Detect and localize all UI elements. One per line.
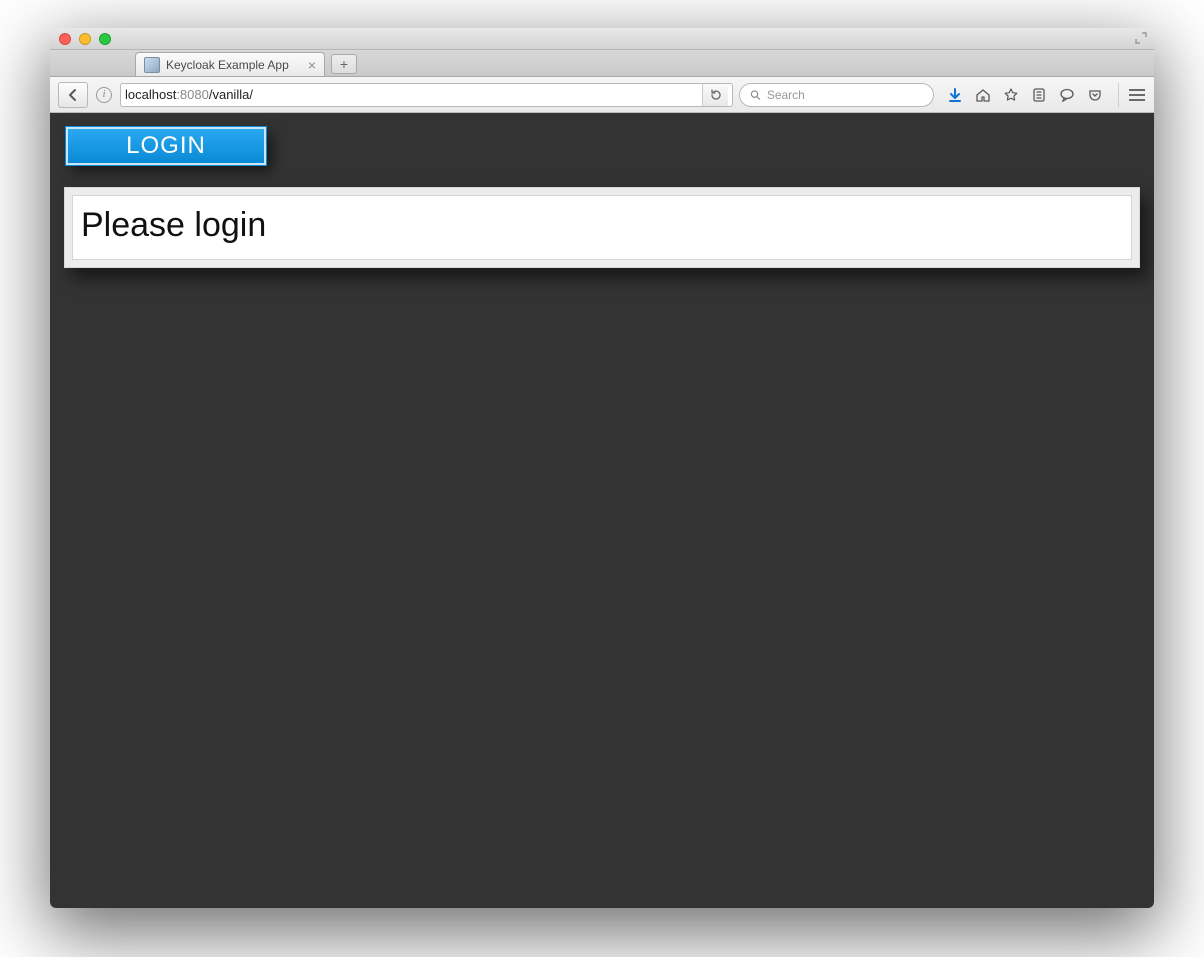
page-viewport: LOGIN Please login xyxy=(50,113,1154,908)
titlebar xyxy=(50,28,1154,50)
fullscreen-icon[interactable] xyxy=(1134,31,1148,45)
home-icon[interactable] xyxy=(974,86,992,104)
bookmark-star-icon[interactable] xyxy=(1002,86,1020,104)
page-heading: Please login xyxy=(81,206,1123,245)
search-icon xyxy=(750,89,761,101)
tab-strip: Keycloak Example App × + xyxy=(50,50,1154,77)
login-button[interactable]: LOGIN xyxy=(66,127,266,165)
pocket-icon[interactable] xyxy=(1086,86,1104,104)
url-bar[interactable]: localhost:8080/vanilla/ xyxy=(120,83,733,107)
search-input[interactable] xyxy=(767,88,923,102)
back-button[interactable] xyxy=(58,82,88,108)
content-panel: Please login xyxy=(64,187,1140,268)
url-path: /vanilla/ xyxy=(209,87,253,102)
search-bar[interactable] xyxy=(739,83,934,107)
favicon-icon xyxy=(144,57,160,73)
url-port: :8080 xyxy=(176,87,209,102)
login-button-label: LOGIN xyxy=(126,132,206,160)
close-window-button[interactable] xyxy=(59,33,71,45)
reading-list-icon[interactable] xyxy=(1030,86,1048,104)
browser-window: Keycloak Example App × + i localhost:808… xyxy=(50,28,1154,908)
tab-title: Keycloak Example App xyxy=(166,58,289,72)
url-host: localhost xyxy=(125,87,176,102)
chat-icon[interactable] xyxy=(1058,86,1076,104)
toolbar-icons xyxy=(940,86,1108,104)
reload-button[interactable] xyxy=(702,84,728,106)
minimize-window-button[interactable] xyxy=(79,33,91,45)
downloads-icon[interactable] xyxy=(946,86,964,104)
maximize-window-button[interactable] xyxy=(99,33,111,45)
site-info-icon[interactable]: i xyxy=(96,87,112,103)
new-tab-button[interactable]: + xyxy=(331,54,357,74)
browser-tab[interactable]: Keycloak Example App × xyxy=(135,52,325,76)
content-inner: Please login xyxy=(72,195,1132,260)
window-controls xyxy=(50,33,111,45)
close-tab-icon[interactable]: × xyxy=(308,58,316,72)
menu-button[interactable] xyxy=(1118,83,1146,107)
nav-toolbar: i localhost:8080/vanilla/ xyxy=(50,77,1154,113)
